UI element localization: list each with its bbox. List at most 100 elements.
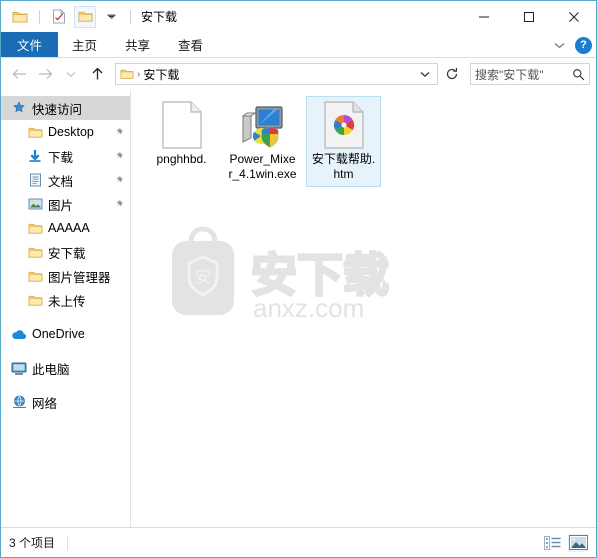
- view-buttons: [542, 533, 588, 552]
- sidebar-item-aaaaa[interactable]: AAAAA: [1, 216, 130, 240]
- refresh-icon[interactable]: [440, 62, 464, 86]
- folder-icon: [27, 292, 43, 308]
- svg-text:安下载: 安下载: [251, 248, 389, 302]
- folder-icon: [27, 244, 43, 260]
- sidebar-item-label: 下载: [48, 150, 74, 165]
- folder-icon: [27, 124, 43, 140]
- toolbar-divider-2: [130, 9, 131, 24]
- address-bar-controls: [413, 71, 433, 78]
- sidebar-item-picture-manager[interactable]: 图片管理器: [1, 264, 130, 288]
- sidebar-item-anxiazai[interactable]: 安下载: [1, 240, 130, 264]
- maximize-icon[interactable]: [506, 1, 551, 32]
- status-divider: [67, 535, 69, 550]
- sidebar-item-network[interactable]: 网络: [1, 390, 130, 414]
- svg-text:anxz.com: anxz.com: [253, 293, 364, 323]
- sidebar-item-label: 文档: [48, 174, 74, 189]
- file-name: 安下载帮助.htm: [311, 152, 376, 181]
- file-grid: pnghhbd. Power_Mixer_4.1win.exe 安下载帮助.ht…: [131, 90, 596, 193]
- toolbar-divider-1: [39, 9, 40, 24]
- ribbon-tabs: 文件 主页 共享 查看 ?: [1, 32, 596, 58]
- sidebar-item-not-uploaded[interactable]: 未上传: [1, 288, 130, 312]
- pin-icon[interactable]: [112, 174, 124, 186]
- sidebar-item-documents[interactable]: 文档: [1, 168, 130, 192]
- sidebar-item-label: 此电脑: [32, 362, 70, 377]
- network-icon: [11, 394, 27, 410]
- ribbon-controls: ?: [551, 32, 592, 58]
- search-placeholder: 搜索"安下载": [475, 67, 544, 82]
- file-name: Power_Mixer_4.1win.exe: [228, 152, 297, 181]
- pictures-icon: [27, 196, 43, 212]
- quick-access-toolbar: [9, 5, 135, 28]
- file-item-power-mixer[interactable]: Power_Mixer_4.1win.exe: [225, 96, 300, 187]
- tab-file[interactable]: 文件: [1, 32, 59, 57]
- sidebar-item-label: Desktop: [48, 125, 94, 139]
- address-bar: › 安下载 搜索"安下载": [1, 58, 596, 90]
- tab-share[interactable]: 共享: [111, 32, 164, 57]
- sidebar-item-label: 图片: [48, 198, 74, 213]
- breadcrumb-separator: ›: [137, 68, 141, 80]
- chevron-down-icon[interactable]: [100, 6, 122, 28]
- sidebar-item-label: 未上传: [48, 294, 86, 309]
- file-list-view[interactable]: pnghhbd. Power_Mixer_4.1win.exe 安下载帮助.ht…: [131, 90, 596, 527]
- app-folder-icon[interactable]: [9, 6, 31, 28]
- search-input[interactable]: 搜索"安下载": [470, 63, 590, 85]
- pin-icon[interactable]: [112, 198, 124, 210]
- properties-icon[interactable]: [48, 6, 70, 28]
- sidebar-item-label: AAAAA: [48, 221, 90, 235]
- navigation-pane[interactable]: 快速访问 Desktop 下载 文档 图片 AAAAA 安下载 图片管理器 未上…: [1, 90, 131, 527]
- file-name: pnghhbd.: [156, 152, 207, 166]
- sidebar-item-downloads[interactable]: 下载: [1, 144, 130, 168]
- sidebar-item-pictures[interactable]: 图片: [1, 192, 130, 216]
- recent-locations-button[interactable]: [59, 62, 83, 86]
- application-exe-icon: [239, 101, 287, 149]
- sidebar-item-label: 网络: [32, 396, 58, 411]
- file-item-anxiazai-help[interactable]: 安下载帮助.htm: [306, 96, 381, 187]
- forward-button[interactable]: [33, 62, 57, 86]
- help-icon[interactable]: ?: [575, 36, 592, 54]
- tab-view[interactable]: 查看: [164, 32, 217, 57]
- search-icon[interactable]: [572, 68, 585, 81]
- folder-icon: [27, 220, 43, 236]
- tab-home[interactable]: 主页: [58, 32, 111, 57]
- window-title: 安下载: [141, 10, 178, 24]
- sidebar-item-label: OneDrive: [32, 327, 85, 341]
- item-count: 3 个项目: [9, 536, 56, 550]
- minimize-icon[interactable]: [461, 1, 506, 32]
- breadcrumb-item-folder[interactable]: [120, 68, 134, 80]
- folder-icon: [120, 68, 134, 80]
- file-item-pnghhbd[interactable]: pnghhbd.: [144, 96, 219, 187]
- watermark: 安 安下载 anxz.com: [153, 225, 413, 325]
- folder-icon: [27, 268, 43, 284]
- star-pin-icon: [11, 100, 27, 116]
- back-button[interactable]: [7, 62, 31, 86]
- breadcrumb[interactable]: › 安下载: [115, 63, 438, 85]
- up-button[interactable]: [85, 62, 109, 86]
- html-document-icon: [320, 101, 368, 149]
- sidebar-item-quick-access[interactable]: 快速访问: [1, 96, 130, 120]
- status-bar: 3 个项目: [1, 527, 596, 557]
- breadcrumb-current[interactable]: 安下载: [143, 66, 179, 83]
- svg-text:安: 安: [195, 268, 212, 288]
- sidebar-item-desktop[interactable]: Desktop: [1, 120, 130, 144]
- window-body: 快速访问 Desktop 下载 文档 图片 AAAAA 安下载 图片管理器 未上…: [1, 90, 596, 527]
- documents-icon: [27, 172, 43, 188]
- pin-icon[interactable]: [112, 150, 124, 162]
- new-folder-icon[interactable]: [74, 5, 96, 28]
- download-icon: [27, 148, 43, 164]
- explorer-window: 安下载 文件 主页 共享 查看 ? › 安下载 搜索"安下载" 快速访问 Des…: [0, 0, 597, 558]
- blank-document-icon: [158, 101, 206, 149]
- pin-icon[interactable]: [112, 126, 124, 138]
- sidebar-item-onedrive[interactable]: OneDrive: [1, 322, 130, 346]
- computer-icon: [11, 360, 27, 376]
- chevron-down-icon[interactable]: [551, 37, 567, 53]
- close-icon[interactable]: [551, 1, 596, 32]
- caption-buttons: [461, 1, 596, 32]
- sidebar-item-this-pc[interactable]: 此电脑: [1, 356, 130, 380]
- large-icons-view-button[interactable]: [568, 533, 588, 552]
- title-bar: 安下载: [1, 1, 596, 32]
- details-view-button[interactable]: [542, 534, 562, 552]
- address-dropdown-icon[interactable]: [417, 71, 433, 78]
